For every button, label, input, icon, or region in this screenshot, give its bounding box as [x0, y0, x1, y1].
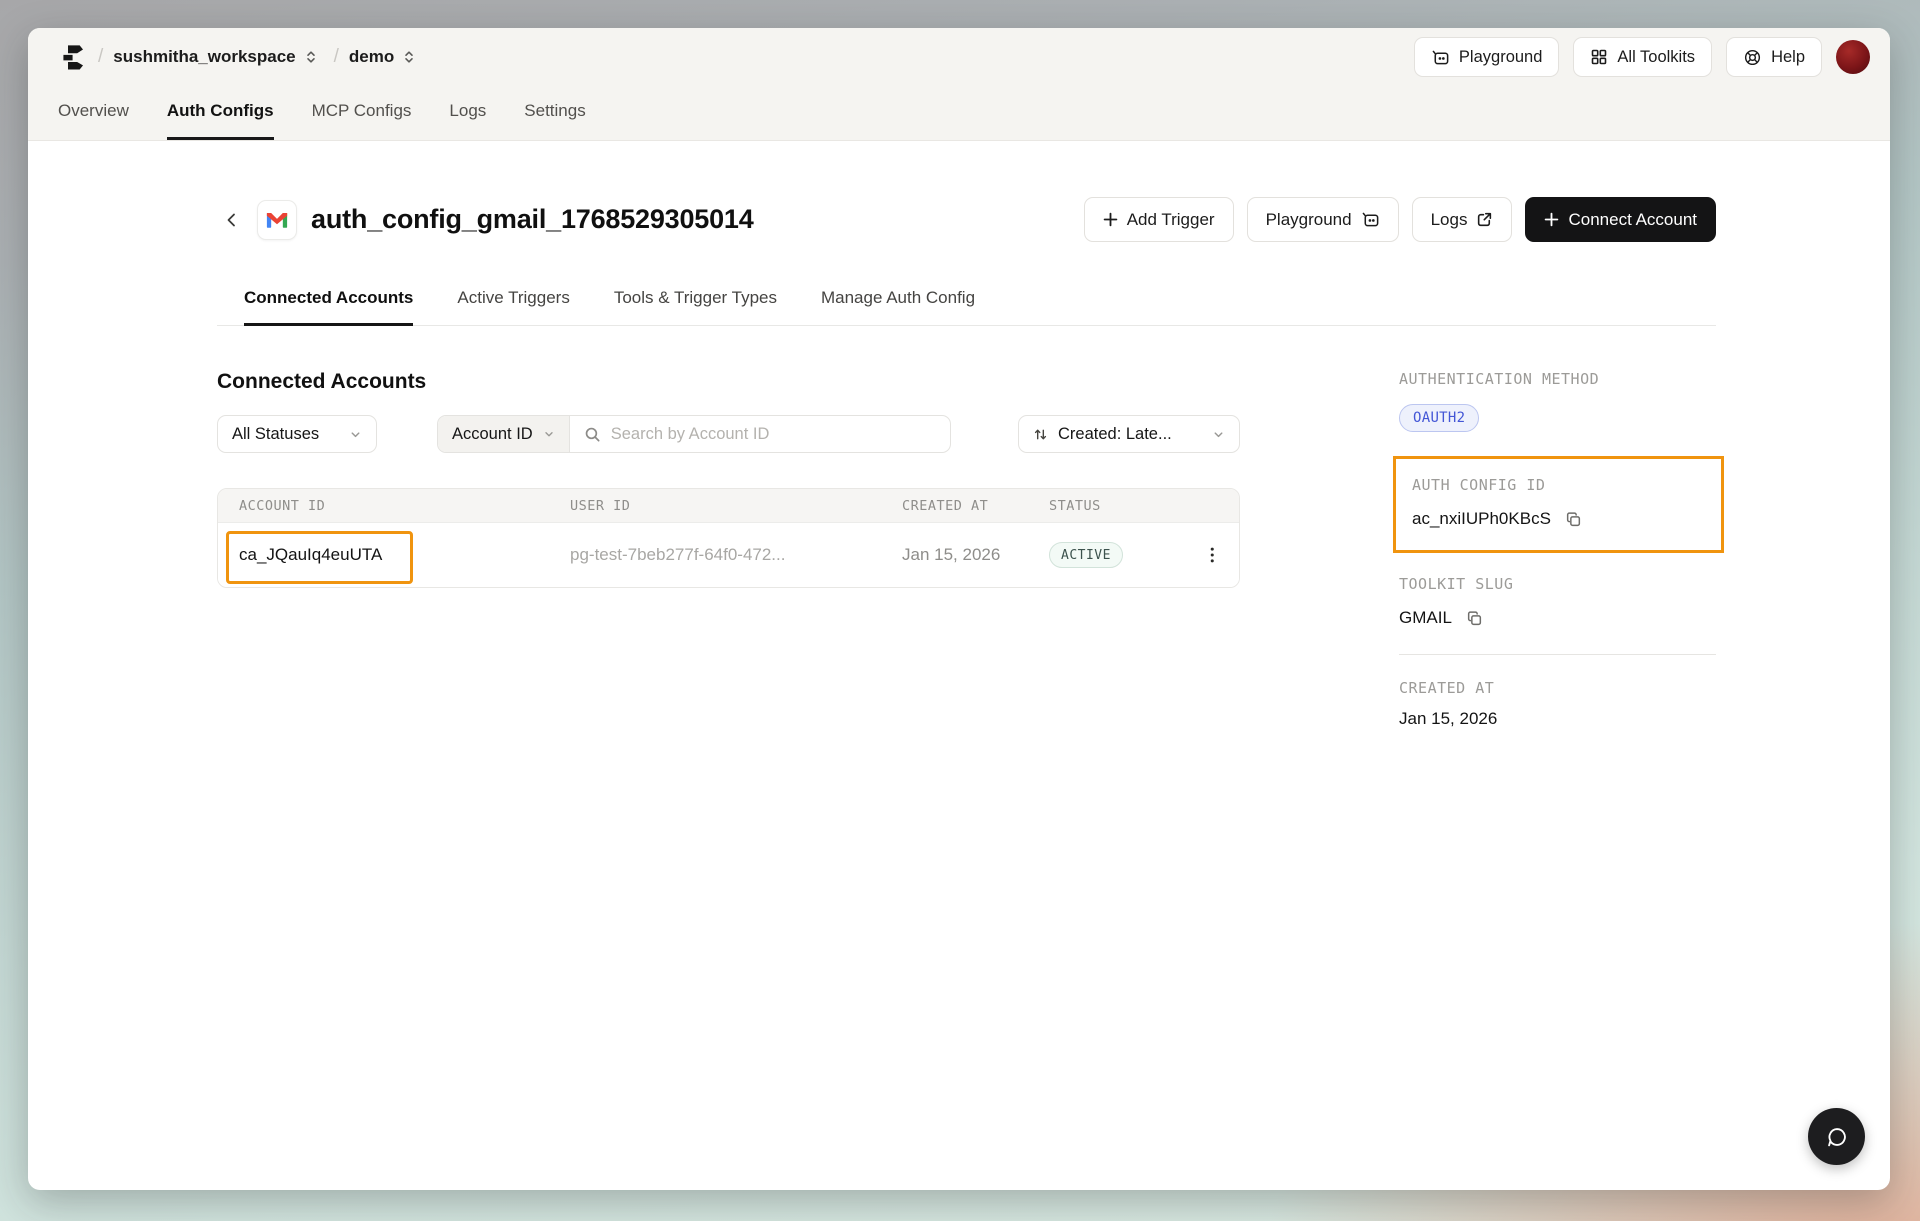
cell-user-id: pg-test-7beb277f-64f0-472...: [570, 545, 902, 565]
status-filter-select[interactable]: All Statuses: [217, 415, 377, 453]
top-actions: Playground All Toolkits: [1414, 37, 1870, 77]
help-button[interactable]: Help: [1726, 37, 1822, 77]
status-badge: ACTIVE: [1049, 542, 1123, 568]
playground-link-button[interactable]: Playground: [1247, 197, 1399, 242]
gmail-icon: [257, 200, 297, 240]
app-header: / sushmitha_workspace / demo: [28, 28, 1890, 141]
tab-mcp-configs[interactable]: MCP Configs: [312, 101, 412, 140]
title-actions: Add Trigger Playground Logs: [1084, 197, 1716, 242]
filters-row: All Statuses Account ID: [217, 415, 1240, 453]
playground-link-label: Playground: [1266, 210, 1352, 230]
account-search: Account ID: [437, 415, 951, 453]
breadcrumb-workspace[interactable]: sushmitha_workspace: [113, 47, 295, 67]
chat-support-button[interactable]: [1808, 1108, 1865, 1165]
chevron-down-icon: [349, 428, 362, 441]
auth-config-id-value: ac_nxiIUPh0KBcS: [1412, 509, 1551, 529]
chevron-down-icon: [543, 428, 555, 440]
tab-overview[interactable]: Overview: [58, 101, 129, 140]
breadcrumb-project[interactable]: demo: [349, 47, 394, 67]
copy-icon[interactable]: [1565, 511, 1582, 528]
top-bar: / sushmitha_workspace / demo: [28, 28, 1890, 86]
logs-link-button[interactable]: Logs: [1412, 197, 1513, 242]
help-lifebuoy-icon: [1743, 48, 1762, 67]
chat-bubble-icon: [1824, 1124, 1850, 1150]
row-menu-kebab-icon[interactable]: [1204, 542, 1221, 568]
toolkit-slug-label: TOOLKIT SLUG: [1399, 575, 1716, 593]
plus-icon: [1103, 212, 1118, 227]
accounts-section: Connected Accounts All Statuses Account …: [217, 326, 1240, 588]
app-window: / sushmitha_workspace / demo: [28, 28, 1890, 1190]
auth-method-label: AUTHENTICATION METHOD: [1399, 370, 1716, 388]
workspace-switcher-icon[interactable]: [304, 49, 318, 65]
col-account-id: ACCOUNT ID: [239, 498, 570, 514]
tab-manage-auth-config[interactable]: Manage Auth Config: [821, 288, 975, 326]
copy-icon[interactable]: [1466, 610, 1483, 627]
search-category-value: Account ID: [452, 425, 533, 444]
project-switcher-icon[interactable]: [402, 49, 416, 65]
table-row[interactable]: ca_JQauIq4euUTA pg-test-7beb277f-64f0-47…: [218, 523, 1239, 587]
all-toolkits-button-label: All Toolkits: [1617, 48, 1695, 67]
page-title: auth_config_gmail_1768529305014: [311, 204, 754, 235]
search-icon: [584, 426, 601, 443]
sort-value: Created: Late...: [1058, 425, 1202, 444]
cell-account-id: ca_JQauIq4euUTA: [239, 545, 570, 565]
tab-settings[interactable]: Settings: [524, 101, 585, 140]
plus-icon: [1544, 212, 1559, 227]
col-user-id: USER ID: [570, 498, 902, 514]
playground-icon: [1431, 48, 1450, 67]
add-trigger-label: Add Trigger: [1127, 210, 1215, 230]
created-at-value: Jan 15, 2026: [1399, 709, 1497, 729]
tab-auth-configs[interactable]: Auth Configs: [167, 101, 274, 140]
main-nav-tabs: Overview Auth Configs MCP Configs Logs S…: [28, 86, 1890, 140]
playground-icon: [1361, 210, 1380, 229]
user-avatar[interactable]: [1836, 40, 1870, 74]
logs-link-label: Logs: [1431, 210, 1468, 230]
sort-arrows-icon: [1033, 427, 1048, 442]
col-status: STATUS: [1049, 498, 1204, 514]
search-field: [570, 416, 950, 452]
external-link-icon: [1476, 211, 1493, 228]
status-filter-value: All Statuses: [232, 425, 319, 444]
table-header-row: ACCOUNT ID USER ID CREATED AT STATUS: [218, 489, 1239, 523]
breadcrumb-separator: /: [334, 46, 339, 68]
toolkit-slug-value: GMAIL: [1399, 608, 1452, 628]
page-content: auth_config_gmail_1768529305014 Add Trig…: [28, 141, 1890, 729]
add-trigger-button[interactable]: Add Trigger: [1084, 197, 1234, 242]
panel-divider: [1399, 654, 1716, 655]
cell-created-at: Jan 15, 2026: [902, 545, 1049, 565]
playground-button[interactable]: Playground: [1414, 37, 1559, 77]
connected-accounts-table: ACCOUNT ID USER ID CREATED AT STATUS ca_…: [217, 488, 1240, 588]
connect-account-button[interactable]: Connect Account: [1525, 197, 1716, 242]
tab-active-triggers[interactable]: Active Triggers: [457, 288, 569, 326]
composio-logo-icon[interactable]: [58, 42, 88, 72]
connect-account-label: Connect Account: [1568, 210, 1697, 230]
breadcrumb-separator: /: [98, 46, 103, 68]
search-input[interactable]: [611, 425, 936, 444]
sort-select[interactable]: Created: Late...: [1018, 415, 1240, 453]
oauth2-badge: OAUTH2: [1399, 404, 1479, 432]
created-at-label: CREATED AT: [1399, 679, 1716, 697]
playground-button-label: Playground: [1459, 48, 1542, 67]
grid-icon: [1590, 48, 1608, 66]
page-title-row: auth_config_gmail_1768529305014 Add Trig…: [217, 197, 1716, 242]
auth-config-id-highlight-box: AUTH CONFIG ID ac_nxiIUPh0KBcS: [1393, 456, 1724, 553]
tab-logs[interactable]: Logs: [449, 101, 486, 140]
search-category-select[interactable]: Account ID: [438, 416, 570, 452]
col-created-at: CREATED AT: [902, 498, 1049, 514]
tab-tools-trigger-types[interactable]: Tools & Trigger Types: [614, 288, 777, 326]
back-chevron-icon[interactable]: [217, 205, 247, 235]
detail-tabs: Connected Accounts Active Triggers Tools…: [217, 288, 1716, 326]
section-heading: Connected Accounts: [217, 370, 1240, 394]
auth-config-id-label: AUTH CONFIG ID: [1412, 476, 1705, 494]
chevron-down-icon: [1212, 428, 1225, 441]
details-panel: AUTHENTICATION METHOD OAUTH2 AUTH CONFIG…: [1399, 326, 1716, 729]
all-toolkits-button[interactable]: All Toolkits: [1573, 37, 1712, 77]
tab-connected-accounts[interactable]: Connected Accounts: [244, 288, 413, 326]
help-button-label: Help: [1771, 48, 1805, 67]
